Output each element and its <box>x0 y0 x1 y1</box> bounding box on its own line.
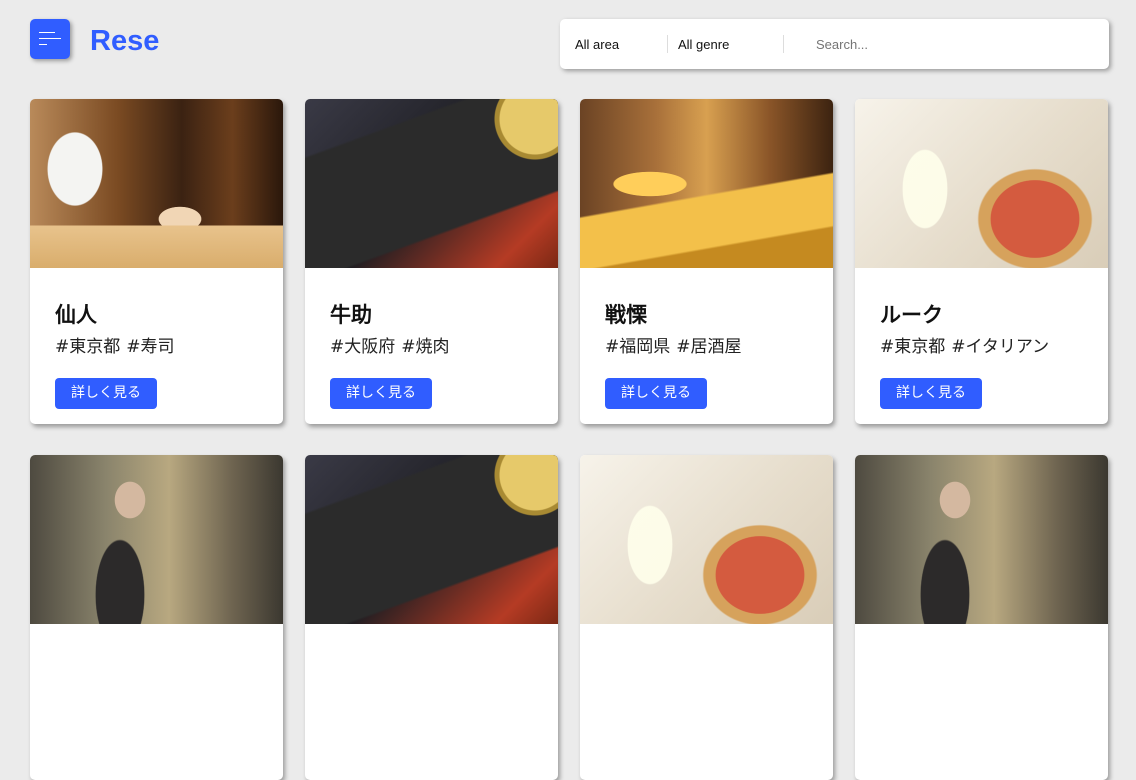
shop-card <box>305 455 558 780</box>
shop-tags: #大阪府 #焼肉 <box>330 336 450 358</box>
shop-name: 戦慄 <box>605 303 647 327</box>
shop-card: 牛助 #大阪府 #焼肉 詳しく見る <box>305 99 558 424</box>
shop-tags: #東京都 #イタリアン <box>880 336 1049 358</box>
shop-image <box>855 455 1108 624</box>
detail-button[interactable]: 詳しく見る <box>330 378 432 409</box>
detail-button[interactable]: 詳しく見る <box>880 378 982 409</box>
shop-card <box>580 455 833 780</box>
area-tag: #東京都 <box>55 337 121 357</box>
shop-card: 戦慄 #福岡県 #居酒屋 詳しく見る <box>580 99 833 424</box>
shop-name: 仙人 <box>55 303 97 327</box>
hamburger-icon-line <box>39 32 55 33</box>
genre-tag: #寿司 <box>126 337 175 357</box>
shop-image <box>305 99 558 268</box>
shop-card: ルーク #東京都 #イタリアン 詳しく見る <box>855 99 1108 424</box>
area-select[interactable]: All area <box>575 37 619 52</box>
shop-card <box>855 455 1108 780</box>
genre-tag: #焼肉 <box>401 337 450 357</box>
shop-image <box>30 99 283 268</box>
app-logo[interactable]: Rese <box>90 24 159 58</box>
shop-image <box>855 99 1108 268</box>
hamburger-icon-line <box>39 38 61 39</box>
shop-image <box>580 455 833 624</box>
genre-tag: #居酒屋 <box>676 337 742 357</box>
shop-card: 仙人 #東京都 #寿司 詳しく見る <box>30 99 283 424</box>
shop-image <box>580 99 833 268</box>
detail-button[interactable]: 詳しく見る <box>605 378 707 409</box>
genre-select[interactable]: All genre <box>678 37 729 52</box>
shop-name: ルーク <box>880 303 943 327</box>
menu-button[interactable] <box>30 19 70 59</box>
shop-name: 牛助 <box>330 303 372 327</box>
area-tag: #東京都 <box>880 337 946 357</box>
shop-image <box>30 455 283 624</box>
genre-tag: #イタリアン <box>951 337 1050 357</box>
area-tag: #大阪府 <box>330 337 396 357</box>
divider <box>783 35 784 53</box>
search-input[interactable] <box>816 31 1086 57</box>
shop-image <box>305 455 558 624</box>
area-tag: #福岡県 <box>605 337 671 357</box>
shop-tags: #福岡県 #居酒屋 <box>605 336 742 358</box>
hamburger-icon-line <box>39 44 47 45</box>
search-bar: All area All genre <box>560 19 1109 69</box>
detail-button[interactable]: 詳しく見る <box>55 378 157 409</box>
shop-card <box>30 455 283 780</box>
shop-tags: #東京都 #寿司 <box>55 336 175 358</box>
divider <box>667 35 668 53</box>
